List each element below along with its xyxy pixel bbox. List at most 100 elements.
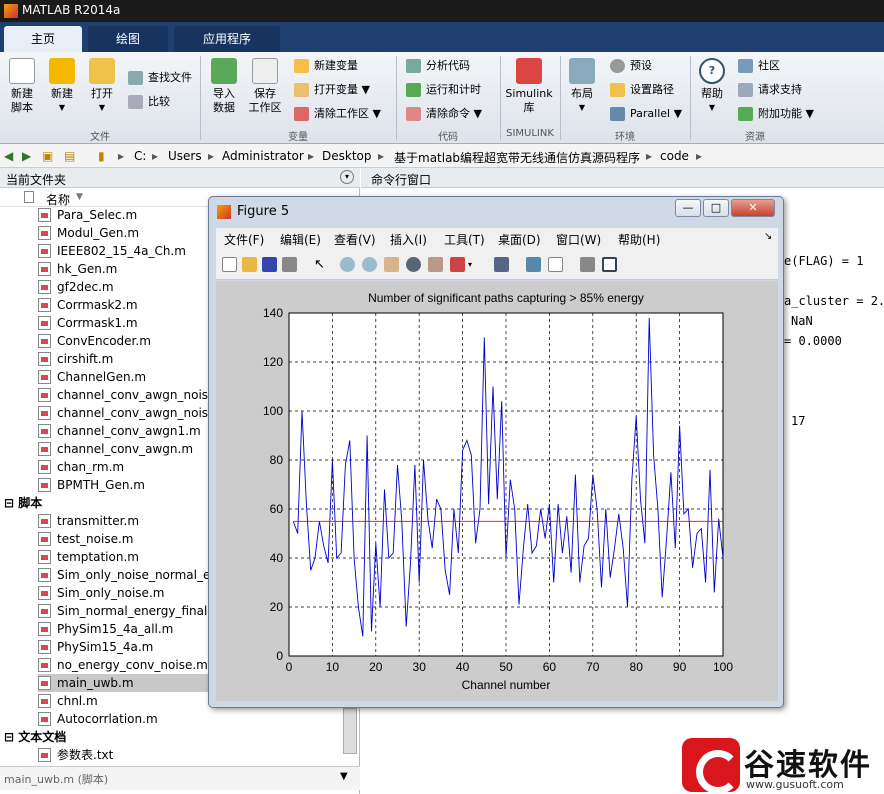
compare-button[interactable]: 比较: [128, 92, 170, 112]
file-section-header[interactable]: ⊟ 文本文档: [4, 728, 66, 746]
menu-tools[interactable]: 工具(T): [444, 231, 485, 248]
collapse-icon[interactable]: ⊟: [4, 730, 18, 744]
import-data-button[interactable]: 导入 数据: [208, 58, 240, 115]
file-list-item[interactable]: PhySim15_4a.m: [38, 638, 218, 656]
new-script-button[interactable]: 新建 脚本: [4, 58, 40, 115]
file-list-item[interactable]: chan_rm.m: [38, 458, 218, 476]
breadcrumb-item[interactable]: Desktop: [322, 149, 372, 163]
file-list-item[interactable]: PhySim15_4a_all.m: [38, 620, 218, 638]
menu-desktop[interactable]: 桌面(D): [498, 231, 541, 248]
menu-help[interactable]: 帮助(H): [618, 231, 660, 248]
community-button[interactable]: 社区: [738, 56, 780, 76]
file-list-item[interactable]: Modul_Gen.m: [38, 224, 218, 242]
tab-apps[interactable]: 应用程序: [174, 26, 280, 52]
breadcrumb-item[interactable]: C:: [134, 149, 146, 163]
menu-insert[interactable]: 插入(I): [390, 231, 427, 248]
save-icon[interactable]: [262, 257, 277, 272]
find-files-button[interactable]: 查找文件: [128, 68, 192, 88]
file-list-item[interactable]: test_noise.m: [38, 530, 218, 548]
set-path-button[interactable]: 设置路径: [610, 80, 674, 100]
up-folder-icon[interactable]: ▣: [42, 149, 53, 163]
new-figure-icon[interactable]: [222, 257, 237, 272]
rotate-3d-icon[interactable]: [406, 257, 421, 272]
file-list-item[interactable]: Para_Selec.m: [38, 206, 218, 224]
tab-plots[interactable]: 绘图: [88, 26, 168, 52]
zoom-out-icon[interactable]: [362, 257, 377, 272]
clear-workspace-button[interactable]: 清除工作区 ▼: [294, 104, 381, 124]
save-workspace-button[interactable]: 保存 工作区: [246, 58, 284, 115]
data-cursor-icon[interactable]: [428, 257, 443, 272]
file-list-item[interactable]: Sim_only_noise.m: [38, 584, 218, 602]
figure-window[interactable]: Figure 5 — □ ✕ 文件(F) 编辑(E) 查看(V) 插入(I) 工…: [208, 196, 784, 708]
file-list-item[interactable]: channel_conv_awgn_noise.: [38, 404, 218, 422]
hide-plot-tools-icon[interactable]: [580, 257, 595, 272]
file-list-item[interactable]: BPMTH_Gen.m: [38, 476, 218, 494]
browse-folder-icon[interactable]: ▤: [64, 149, 75, 163]
file-list-item[interactable]: Sim_normal_energy_final.m: [38, 602, 218, 620]
run-and-time-button[interactable]: 运行和计时: [406, 80, 481, 100]
file-list-item[interactable]: no_energy_conv_noise.m: [38, 656, 218, 674]
request-support-button[interactable]: 请求支持: [738, 80, 802, 100]
layout-button[interactable]: 布局 ▼: [566, 58, 598, 115]
file-list-item[interactable]: ConvEncoder.m: [38, 332, 218, 350]
preferences-button[interactable]: 预设: [610, 56, 652, 76]
pan-hand-icon[interactable]: [384, 257, 399, 272]
file-list-item[interactable]: gf2dec.m: [38, 278, 218, 296]
new-variable-button[interactable]: 新建变量: [294, 56, 358, 76]
zoom-in-icon[interactable]: [340, 257, 355, 272]
breadcrumb-item[interactable]: Users: [168, 149, 202, 163]
clear-commands-button[interactable]: 清除命令 ▼: [406, 104, 482, 124]
panel-menu-icon[interactable]: ▾: [340, 170, 354, 184]
vertical-scrollbar[interactable]: [343, 708, 357, 754]
file-list-item[interactable]: Corrmask1.m: [38, 314, 218, 332]
tab-home[interactable]: 主页: [4, 26, 82, 52]
collapse-icon[interactable]: ⊟: [4, 496, 18, 510]
menu-edit[interactable]: 编辑(E): [280, 231, 321, 248]
brush-dropdown-icon[interactable]: ▾: [468, 257, 476, 272]
file-list-item[interactable]: Corrmask2.m: [38, 296, 218, 314]
analyze-code-button[interactable]: 分析代码: [406, 56, 470, 76]
pointer-icon[interactable]: ↖: [314, 257, 329, 272]
back-arrow-icon[interactable]: ◀: [4, 149, 13, 163]
file-list-item[interactable]: Sim_only_noise_normal_en: [38, 566, 218, 584]
open-button[interactable]: 打开 ▼: [86, 58, 118, 115]
file-list-item[interactable]: IEEE802_15_4a_Ch.m: [38, 242, 218, 260]
file-list-item[interactable]: channel_conv_awgn.m: [38, 440, 218, 458]
line-chart[interactable]: 0 10 20 30 40 50 60 70 80 90 100 0 20 40 60 80 100 120 140…: [216, 281, 778, 701]
new-button[interactable]: 新建 ▼: [46, 58, 78, 115]
file-list-item[interactable]: 参数表.txt: [38, 746, 218, 764]
expand-details-icon[interactable]: ▼: [340, 771, 348, 782]
file-list-item[interactable]: channel_conv_awgn1.m: [38, 422, 218, 440]
menu-window[interactable]: 窗口(W): [556, 231, 601, 248]
file-list-item[interactable]: chnl.m: [38, 692, 218, 710]
breadcrumb-item[interactable]: code: [660, 149, 689, 163]
help-button[interactable]: ? 帮助 ▼: [696, 58, 728, 115]
file-list-item[interactable]: channel_conv_awgn_noise_: [38, 386, 218, 404]
file-list-item[interactable]: cirshift.m: [38, 350, 218, 368]
minimize-button[interactable]: —: [675, 199, 701, 217]
open-file-icon[interactable]: [242, 257, 257, 272]
close-button[interactable]: ✕: [731, 199, 775, 217]
file-list-item[interactable]: hk_Gen.m: [38, 260, 218, 278]
brush-icon[interactable]: [450, 257, 465, 272]
menu-view[interactable]: 查看(V): [334, 231, 376, 248]
breadcrumb-item[interactable]: Administrator: [222, 149, 304, 163]
link-plot-icon[interactable]: [494, 257, 509, 272]
maximize-button[interactable]: □: [703, 199, 729, 217]
menu-file[interactable]: 文件(F): [224, 231, 264, 248]
insert-colorbar-icon[interactable]: [526, 257, 541, 272]
simulink-library-button[interactable]: Simulink 库: [504, 58, 554, 115]
file-list-item[interactable]: transmitter.m: [38, 512, 218, 530]
file-list-item[interactable]: temptation.m: [38, 548, 218, 566]
file-list-item[interactable]: Autocorrlation.m: [38, 710, 218, 728]
parallel-button[interactable]: Parallel ▼: [610, 104, 682, 124]
show-plot-tools-icon[interactable]: [602, 257, 617, 272]
file-list-item[interactable]: ChannelGen.m: [38, 368, 218, 386]
open-variable-button[interactable]: 打开变量 ▼: [294, 80, 370, 100]
plot-canvas[interactable]: 0 10 20 30 40 50 60 70 80 90 100 0 20 40 60 80 100 120 140…: [216, 281, 778, 701]
insert-legend-icon[interactable]: [548, 257, 563, 272]
print-icon[interactable]: [282, 257, 297, 272]
file-section-header[interactable]: ⊟ 脚本: [4, 494, 42, 512]
forward-arrow-icon[interactable]: ▶: [22, 149, 31, 163]
breadcrumb-item[interactable]: 基于matlab编程超宽带无线通信仿真源码程序: [394, 149, 640, 166]
